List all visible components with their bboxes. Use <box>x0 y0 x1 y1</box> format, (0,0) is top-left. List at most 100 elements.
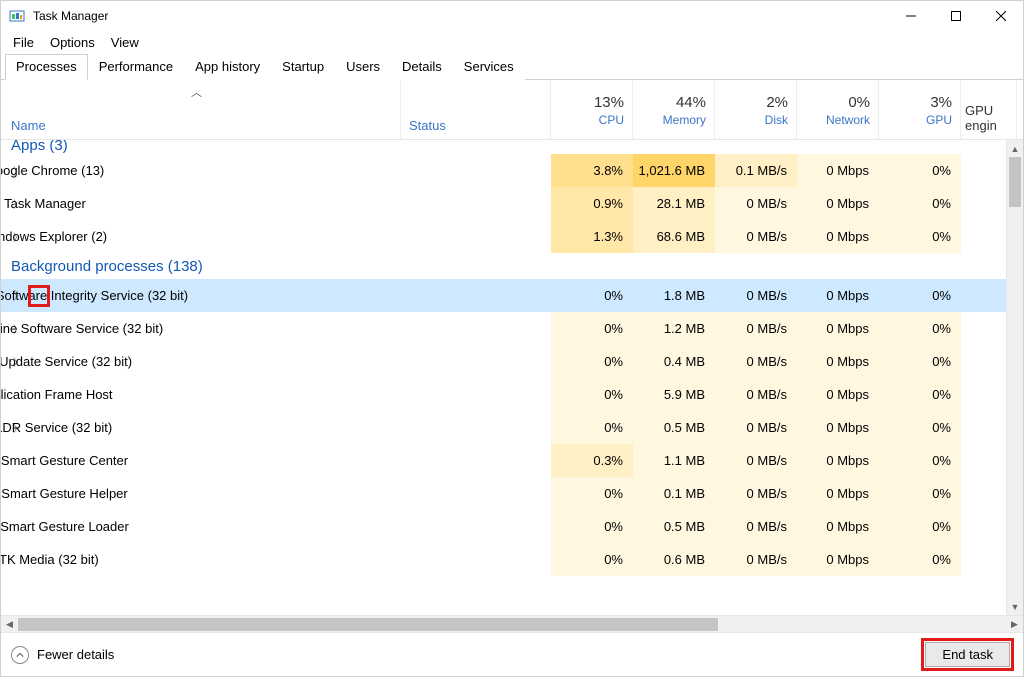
column-header-network[interactable]: 0% Network <box>797 80 879 139</box>
scroll-down-icon[interactable]: ▼ <box>1007 598 1023 615</box>
cpu-cell: 0% <box>551 477 633 510</box>
end-task-highlight: End task <box>922 639 1013 670</box>
tab-app-history[interactable]: App history <box>184 54 271 80</box>
column-header-disk[interactable]: 2% Disk <box>715 80 797 139</box>
gpu-cell: 0% <box>879 220 961 253</box>
scroll-thumb[interactable] <box>1009 157 1021 207</box>
tab-processes[interactable]: Processes <box>5 54 88 80</box>
column-header-gpu-engine[interactable]: GPU engin <box>961 80 1017 139</box>
cpu-cell: 0% <box>551 279 633 312</box>
process-row[interactable]: ASUS Smart Gesture Loader 0%0.5 MB0 MB/s0… <box>1 510 1023 543</box>
gpu-cell: 0% <box>879 154 961 187</box>
horizontal-scrollbar[interactable]: ◀ ▶ <box>1 615 1023 632</box>
network-cell: 0 Mbps <box>797 187 879 220</box>
cpu-cell: 0% <box>551 312 633 345</box>
menu-file[interactable]: File <box>5 32 42 53</box>
disk-cell: 0.1 MB/s <box>715 154 797 187</box>
process-row[interactable]: 〉ASLDR Service (32 bit)0%0.5 MB0 MB/s0 M… <box>1 411 1023 444</box>
process-name-cell: ASLDR Service (32 bit) <box>31 420 47 436</box>
process-name-label: ASUS Smart Gesture Center <box>1 453 128 468</box>
column-header-gpu[interactable]: 3% GPU <box>879 80 961 139</box>
disk-cell: 0 MB/s <box>715 543 797 576</box>
process-row[interactable]: 〉Task Manager0.9%28.1 MB0 MB/s0 Mbps0% <box>1 187 1023 220</box>
process-row[interactable]: 〉Google Chrome (13)3.8%1,021.6 MB0.1 MB/… <box>1 154 1023 187</box>
disk-cell: 0 MB/s <box>715 279 797 312</box>
disk-cell: 0 MB/s <box>715 510 797 543</box>
memory-cell: 1.8 MB <box>633 279 715 312</box>
memory-cell: 1,021.6 MB <box>633 154 715 187</box>
cpu-cell: 0.3% <box>551 444 633 477</box>
process-name-cell: Task Manager <box>31 196 47 212</box>
window-title: Task Manager <box>33 9 888 23</box>
process-name-cell: Application Frame Host <box>31 387 47 403</box>
scroll-up-icon[interactable]: ▲ <box>1007 140 1023 157</box>
chevron-up-icon <box>11 646 29 664</box>
gpu-cell: 0% <box>879 378 961 411</box>
memory-cell: 68.6 MB <box>633 220 715 253</box>
fewer-details-button[interactable]: Fewer details <box>11 646 114 664</box>
network-cell: 0 Mbps <box>797 220 879 253</box>
memory-cell: 1.2 MB <box>633 312 715 345</box>
end-task-button[interactable]: End task <box>925 642 1010 667</box>
scroll-right-icon[interactable]: ▶ <box>1006 619 1023 630</box>
network-cell: 0 Mbps <box>797 154 879 187</box>
process-name-label: Adobe Update Service (32 bit) <box>1 354 132 369</box>
sort-caret-icon: ︿ <box>191 84 202 100</box>
cpu-cell: 1.3% <box>551 220 633 253</box>
column-header-memory[interactable]: 44% Memory <box>633 80 715 139</box>
scroll-left-icon[interactable]: ◀ <box>1 619 18 630</box>
process-row[interactable]: 〉Adobe Genuine Software Service (32 bit)… <box>1 312 1023 345</box>
column-header-name[interactable]: ︿ Name <box>1 80 401 139</box>
vertical-scrollbar[interactable]: ▲ ▼ <box>1006 140 1023 615</box>
network-cell: 0 Mbps <box>797 444 879 477</box>
cpu-cell: 0% <box>551 543 633 576</box>
process-row[interactable]: 〉Windows Explorer (2)1.3%68.6 MB0 MB/s0 … <box>1 220 1023 253</box>
hscroll-thumb[interactable] <box>18 618 718 631</box>
menubar: File Options View <box>1 31 1023 53</box>
titlebar: Task Manager <box>1 1 1023 31</box>
gpu-cell: 0% <box>879 444 961 477</box>
tab-performance[interactable]: Performance <box>88 54 184 80</box>
process-name-label: ATK Media (32 bit) <box>1 552 99 567</box>
gpu-cell: 0% <box>879 312 961 345</box>
process-name-label: Adobe Genuine Software Integrity Service… <box>1 288 188 303</box>
tab-details[interactable]: Details <box>391 54 453 80</box>
process-row[interactable]: 〉Adobe Update Service (32 bit)0%0.4 MB0 … <box>1 345 1023 378</box>
minimize-button[interactable] <box>888 1 933 31</box>
menu-options[interactable]: Options <box>42 32 103 53</box>
process-row[interactable]: ASUS Smart Gesture Center0.3%1.1 MB0 MB/… <box>1 444 1023 477</box>
process-list: Apps (3)〉Google Chrome (13)3.8%1,021.6 M… <box>1 140 1023 615</box>
column-header-status[interactable]: Status <box>401 80 551 139</box>
memory-cell: 0.5 MB <box>633 510 715 543</box>
process-row[interactable]: 〉Adobe Genuine Software Integrity Servic… <box>1 279 1023 312</box>
footer: Fewer details End task <box>1 632 1023 676</box>
disk-cell: 0 MB/s <box>715 345 797 378</box>
task-manager-window: Task Manager File Options View Processes… <box>0 0 1024 677</box>
tab-services[interactable]: Services <box>453 54 525 80</box>
menu-view[interactable]: View <box>103 32 147 53</box>
close-button[interactable] <box>978 1 1023 31</box>
cpu-cell: 0% <box>551 345 633 378</box>
process-name-cell: Windows Explorer (2) <box>31 229 47 245</box>
process-name-cell: ASUS Smart Gesture Helper <box>31 486 47 502</box>
maximize-button[interactable] <box>933 1 978 31</box>
process-row[interactable]: Application Frame Host0%5.9 MB0 MB/s0 Mb… <box>1 378 1023 411</box>
process-name-label: Task Manager <box>4 196 86 211</box>
process-name-cell: ASUS Smart Gesture Center <box>31 453 47 469</box>
network-cell: 0 Mbps <box>797 477 879 510</box>
group-apps: Apps (3) <box>1 140 1023 154</box>
network-cell: 0 Mbps <box>797 510 879 543</box>
column-header-cpu[interactable]: 13% CPU <box>551 80 633 139</box>
process-name-label: Adobe Genuine Software Service (32 bit) <box>1 321 163 336</box>
tab-users[interactable]: Users <box>335 54 391 80</box>
process-row[interactable]: ASUS Smart Gesture Helper0%0.1 MB0 MB/s0… <box>1 477 1023 510</box>
cpu-cell: 0% <box>551 510 633 543</box>
memory-cell: 0.6 MB <box>633 543 715 576</box>
process-row[interactable]: AATK Media (32 bit)0%0.6 MB0 MB/s0 Mbps0… <box>1 543 1023 576</box>
group-background: Background processes (138) <box>1 253 1023 279</box>
process-name-label: Google Chrome (13) <box>1 163 104 178</box>
process-name-cell: ASUS Smart Gesture Loader <box>31 519 47 535</box>
tab-startup[interactable]: Startup <box>271 54 335 80</box>
disk-cell: 0 MB/s <box>715 444 797 477</box>
tabstrip: Processes Performance App history Startu… <box>1 53 1023 80</box>
